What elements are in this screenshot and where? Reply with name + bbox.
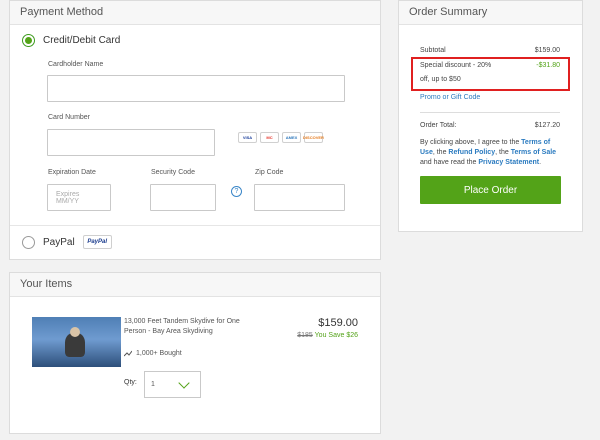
total-label: Order Total: xyxy=(420,122,457,129)
item-savings: $185 You Save $26 xyxy=(297,332,358,339)
bought-count: 1,000+ Bought xyxy=(124,350,182,357)
terms-end: . xyxy=(539,159,542,166)
quantity-select[interactable]: 1 xyxy=(144,371,201,398)
payment-divider xyxy=(10,225,380,226)
refund-policy-link[interactable]: Refund Policy xyxy=(448,149,495,156)
cardholder-name-label: Cardholder Name xyxy=(48,61,104,68)
credit-card-radio[interactable] xyxy=(22,34,35,47)
subtotal-value: $159.00 xyxy=(534,47,560,54)
item-save-text: You Save $26 xyxy=(314,332,358,339)
terms-mid-1: , the xyxy=(432,149,449,156)
skydiver-head xyxy=(70,327,80,337)
security-code-input[interactable] xyxy=(150,184,216,211)
your-items-panel: Your Items 13,000 Feet Tandem Skydive fo… xyxy=(9,272,381,434)
cardholder-name-input[interactable] xyxy=(47,75,345,102)
discount-label: Special discount - 20% xyxy=(420,62,492,69)
expiration-date-input[interactable]: Expires MM/YY xyxy=(47,184,111,211)
discount-value: -$31.80 xyxy=(536,62,560,69)
order-summary-header: Order Summary xyxy=(399,1,582,25)
terms-mid-2: , the xyxy=(495,149,511,156)
order-summary-panel: Order Summary Subtotal $159.00 Special d… xyxy=(398,0,583,232)
paypal-logo-icon: PayPal xyxy=(82,235,112,249)
zip-code-input[interactable] xyxy=(254,184,345,211)
total-row: Order Total: $127.20 xyxy=(420,122,560,129)
terms-pre: By clicking above, I agree to the xyxy=(420,139,522,146)
paypal-radio[interactable] xyxy=(22,235,35,249)
promo-row: Promo or Gift Code xyxy=(420,94,560,101)
promo-code-link[interactable]: Promo or Gift Code xyxy=(420,94,480,101)
mastercard-icon: MC xyxy=(260,132,279,143)
payment-method-panel: Payment Method Credit/Debit Card Cardhol… xyxy=(9,0,381,260)
credit-card-option[interactable]: Credit/Debit Card xyxy=(22,34,120,47)
card-logos: VISA MC AMEX DISCOVER xyxy=(238,132,324,143)
security-code-label: Security Code xyxy=(151,169,195,176)
paypal-label: PayPal xyxy=(43,236,75,248)
payment-method-header: Payment Method xyxy=(10,1,380,25)
terms-text: By clicking above, I agree to the Terms … xyxy=(420,138,565,168)
credit-card-label: Credit/Debit Card xyxy=(43,35,121,46)
trending-icon xyxy=(124,350,132,357)
total-value: $127.20 xyxy=(534,122,560,129)
discount-row-2: off, up to $50 xyxy=(420,76,560,83)
card-number-label: Card Number xyxy=(48,114,91,121)
subtotal-label: Subtotal xyxy=(420,47,446,54)
quantity-value: 1 xyxy=(151,381,155,388)
discover-icon: DISCOVER xyxy=(303,132,324,143)
expiration-date-label: Expiration Date xyxy=(48,169,96,176)
qty-label: Qty: xyxy=(124,379,137,386)
discount-label-2: off, up to $50 xyxy=(420,76,461,83)
item-old-price: $185 xyxy=(297,332,313,339)
terms-mid-3: and have read the xyxy=(420,159,479,166)
zip-code-label: Zip Code xyxy=(255,169,284,176)
discount-row: Special discount - 20% -$31.80 xyxy=(420,62,560,69)
place-order-button[interactable]: Place Order xyxy=(420,176,561,204)
subtotal-row: Subtotal $159.00 xyxy=(420,47,560,54)
privacy-statement-link[interactable]: Privacy Statement xyxy=(478,159,539,166)
paypal-option[interactable]: PayPal PayPal xyxy=(22,235,112,249)
visa-icon: VISA xyxy=(238,132,257,143)
item-title[interactable]: 13,000 Feet Tandem Skydive for One Perso… xyxy=(124,317,254,337)
terms-of-sale-link[interactable]: Terms of Sale xyxy=(511,149,556,156)
help-icon[interactable]: ? xyxy=(231,186,242,197)
summary-divider xyxy=(420,112,560,113)
your-items-header: Your Items xyxy=(10,273,380,297)
item-thumbnail xyxy=(32,317,121,367)
item-price: $159.00 xyxy=(318,317,358,329)
amex-icon: AMEX xyxy=(282,132,301,143)
bought-text: 1,000+ Bought xyxy=(136,350,182,357)
card-number-input[interactable] xyxy=(47,129,215,156)
chevron-down-icon xyxy=(178,376,190,389)
